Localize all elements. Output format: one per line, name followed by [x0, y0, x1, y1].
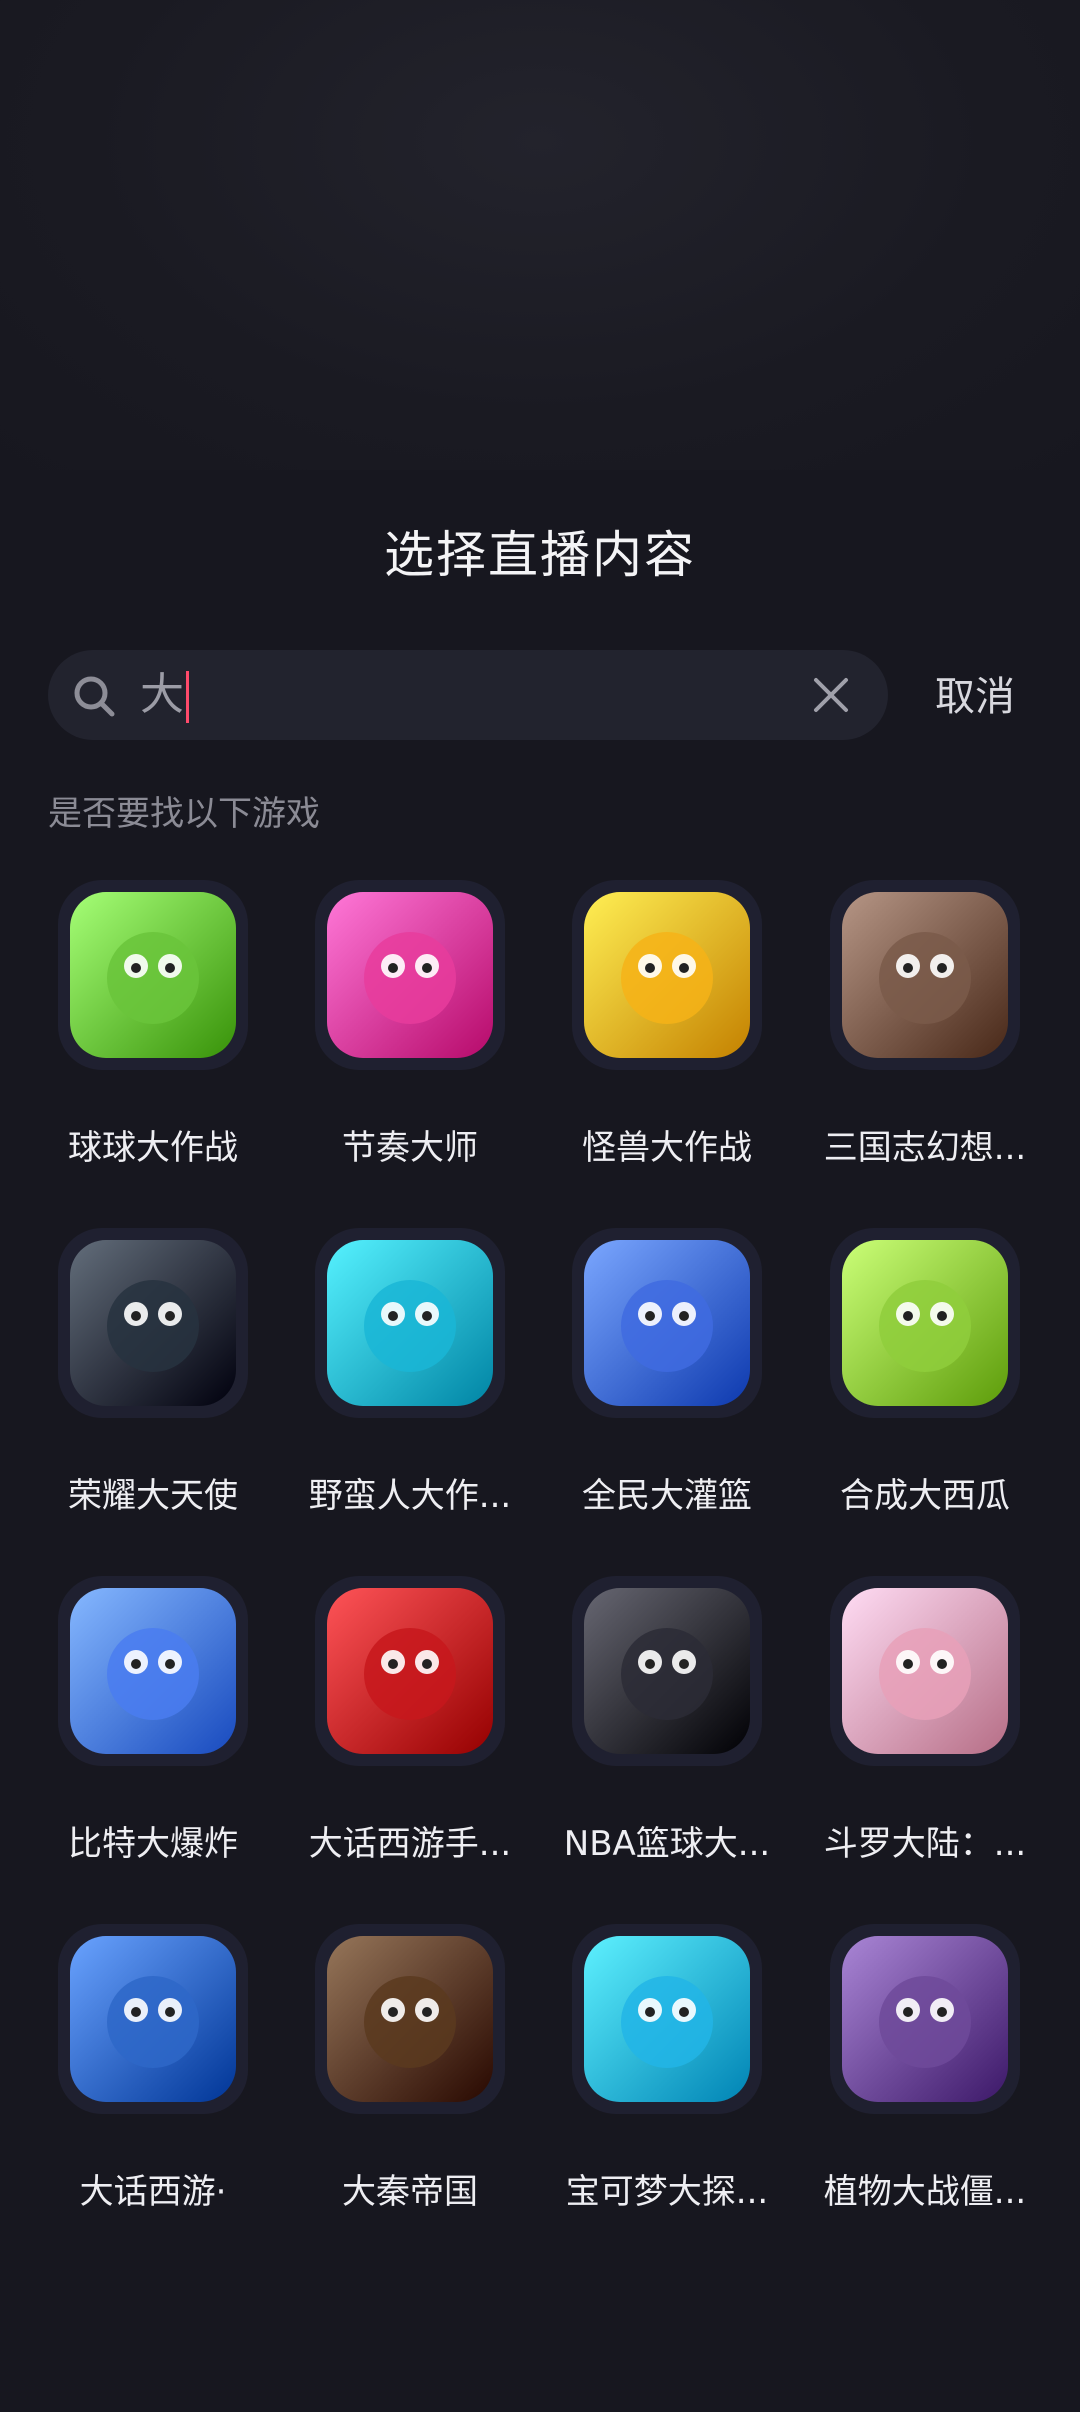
- game-icon-frame: [58, 1576, 248, 1766]
- game-name: 大话西游手...: [308, 1824, 512, 1864]
- game-icon-frame: [830, 880, 1020, 1070]
- game-name: 斗罗大陆：...: [823, 1824, 1027, 1864]
- game-tile[interactable]: 节奏大师: [280, 880, 540, 1180]
- cancel-button[interactable]: 取消: [935, 664, 1015, 722]
- game-name: 全民大灌篮: [582, 1476, 752, 1516]
- game-tile[interactable]: NBA篮球大...: [537, 1576, 797, 1876]
- game-tile[interactable]: 植物大战僵...: [795, 1924, 1055, 2224]
- barbarian-battle-icon: [327, 1240, 493, 1406]
- three-kingdoms-icon: [842, 892, 1008, 1058]
- game-name: 荣耀大天使: [68, 1476, 238, 1516]
- game-icon-frame: [315, 1924, 505, 2114]
- page-title: 选择直播内容: [384, 526, 696, 584]
- westward-return-icon: [70, 1936, 236, 2102]
- rhythm-master-icon: [327, 892, 493, 1058]
- game-name: 比特大爆炸: [68, 1824, 238, 1864]
- game-name: 节奏大师: [342, 1128, 478, 1168]
- game-icon-frame: [58, 1924, 248, 2114]
- game-icon-frame: [572, 1228, 762, 1418]
- game-icon-frame: [572, 880, 762, 1070]
- game-name: 大秦帝国: [342, 2172, 478, 2212]
- game-name: NBA篮球大...: [563, 1824, 771, 1864]
- game-name: 野蛮人大作...: [308, 1476, 512, 1516]
- search-input[interactable]: 大: [48, 650, 888, 740]
- game-icon-frame: [830, 1924, 1020, 2114]
- game-name: 怪兽大作战: [582, 1128, 752, 1168]
- search-icon: [70, 672, 118, 720]
- watermelon-icon: [842, 1240, 1008, 1406]
- game-tile[interactable]: 三国志幻想...: [795, 880, 1055, 1180]
- game-icon-frame: [315, 1576, 505, 1766]
- glory-archangel-icon: [70, 1240, 236, 1406]
- monster-battle-icon: [584, 892, 750, 1058]
- game-tile[interactable]: 球球大作战: [23, 880, 283, 1180]
- westward-journey-icon: [327, 1588, 493, 1754]
- game-tile[interactable]: 全民大灌篮: [537, 1228, 797, 1528]
- game-name: 宝可梦大探...: [565, 2172, 769, 2212]
- game-icon-frame: [830, 1228, 1020, 1418]
- game-name: 合成大西瓜: [840, 1476, 1010, 1516]
- suggestion-hint: 是否要找以下游戏: [48, 794, 320, 834]
- game-tile[interactable]: 怪兽大作战: [537, 880, 797, 1180]
- game-tile[interactable]: 大话西游手...: [280, 1576, 540, 1876]
- game-icon-frame: [572, 1924, 762, 2114]
- game-icon-frame: [830, 1576, 1020, 1766]
- game-icon-frame: [315, 1228, 505, 1418]
- ball-battle-icon: [70, 892, 236, 1058]
- qin-empire-icon: [327, 1936, 493, 2102]
- game-name: 大话西游·: [79, 2172, 227, 2212]
- search-value: 大: [140, 669, 184, 720]
- game-tile[interactable]: 大话西游·: [23, 1924, 283, 2224]
- nba-basketball-icon: [584, 1588, 750, 1754]
- dimmed-background[interactable]: [0, 0, 1080, 470]
- search-query[interactable]: 大: [140, 668, 189, 723]
- game-tile[interactable]: 野蛮人大作...: [280, 1228, 540, 1528]
- bit-explosion-icon: [70, 1588, 236, 1754]
- game-icon-frame: [572, 1576, 762, 1766]
- slam-dunk-icon: [584, 1240, 750, 1406]
- game-icon-frame: [315, 880, 505, 1070]
- game-tile[interactable]: 荣耀大天使: [23, 1228, 283, 1528]
- game-tile[interactable]: 合成大西瓜: [795, 1228, 1055, 1528]
- plants-zombies-icon: [842, 1936, 1008, 2102]
- text-caret: [186, 671, 189, 723]
- game-tile[interactable]: 斗罗大陆：...: [795, 1576, 1055, 1876]
- game-icon-frame: [58, 880, 248, 1070]
- game-tile[interactable]: 比特大爆炸: [23, 1576, 283, 1876]
- pokemon-quest-icon: [584, 1936, 750, 2102]
- douluo-icon: [842, 1588, 1008, 1754]
- clear-icon[interactable]: [810, 674, 852, 716]
- game-icon-frame: [58, 1228, 248, 1418]
- game-name: 球球大作战: [68, 1128, 238, 1168]
- game-tile[interactable]: 宝可梦大探...: [537, 1924, 797, 2224]
- game-tile[interactable]: 大秦帝国: [280, 1924, 540, 2224]
- game-name: 植物大战僵...: [823, 2172, 1027, 2212]
- game-name: 三国志幻想...: [823, 1128, 1027, 1168]
